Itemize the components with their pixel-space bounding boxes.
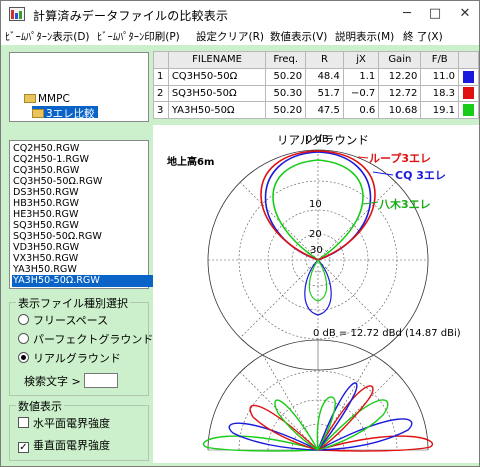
cell-r: 48.4 [305,67,344,86]
maximize-button[interactable]: □ [421,1,449,27]
radio-circle [18,314,29,325]
folder-item-3ele[interactable]: 3エレ比較 [32,106,98,120]
ring-label-20: 20 [309,229,322,240]
open-folder-icon [32,109,44,118]
folder-icon [24,94,36,103]
cell-jx: 0.6 [342,101,380,119]
folder-item-mmpc[interactable]: MMPC [24,93,70,105]
checkbox-box-checked: ✓ [18,442,29,453]
cell-gain: 12.72 [378,84,422,103]
color-swatch-cell [458,67,479,86]
cell-freq: 50.20 [265,67,307,86]
height-label: 地上高6m [167,157,215,168]
radio-perfect-ground[interactable]: パーフェクトグラウンド [18,332,153,348]
radio-free-space[interactable]: フリースペース [18,313,108,329]
ring-label-10: 10 [309,199,322,210]
color-swatch-cell [458,84,479,103]
series-label-loop: ループ3エレ [369,152,431,165]
app-icon [9,7,25,21]
series-label-cq: CQ 3エレ [395,169,446,182]
cell-freq: 50.20 [265,101,307,119]
cell-fb: 11.0 [420,67,460,86]
display-type-legend: 表示ファイル種別選択 [16,295,130,311]
menu-beam-pattern-print[interactable]: ﾋﾞｰﾑﾊﾟﾀｰﾝ印刷(P) [97,29,180,44]
search-label: 検索文字 > [24,375,81,388]
header-cell: Gain [378,51,422,69]
table-row[interactable]: 1 CQ3H50-50Ω 50.20 48.4 1.1 12.20 11.0 [153,67,479,86]
cell-gain: 10.68 [378,101,422,119]
cell-r: 51.7 [305,84,344,103]
checkbox-vertical-field[interactable]: ✓ 垂直面電界強度 [18,438,110,454]
row-number: 1 [153,67,169,86]
table-row[interactable]: 3 YA3H50-50Ω 50.20 47.5 0.6 10.68 19.1 [153,101,479,119]
menu-clear-settings[interactable]: 設定クリア(R) [196,29,264,44]
file-list[interactable]: CQ2H50.RGW CQ2H50-1.RGW CQ3H50.RGW CQ3H5… [9,140,158,289]
cell-freq: 50.30 [265,84,307,103]
header-cell [153,51,169,69]
cell-filename: CQ3H50-50Ω [167,67,267,86]
header-cell: F/B [420,51,460,69]
search-row: 検索文字 > [24,373,119,389]
color-swatch-blue [463,70,474,83]
row-number: 2 [153,84,169,103]
folder-tree[interactable]: MMPC 3エレ比較 [9,52,149,122]
cell-filename: YA3H50-50Ω [167,101,267,119]
menu-description[interactable]: 説明表示(M) [335,29,394,44]
radio-circle-selected [18,352,29,363]
menu-beam-pattern-display[interactable]: ﾋﾞｰﾑﾊﾟﾀｰﾝ表示(D) [5,29,90,44]
header-cell: Freq. [265,51,307,69]
menu-numeric-display[interactable]: 数値表示(V) [270,29,327,44]
app-window: 計算済みデータファイルの比較表示 ─ □ ✕ ﾋﾞｰﾑﾊﾟﾀｰﾝ表示(D) ﾋﾞ… [0,0,480,467]
file-item-selected[interactable]: YA3H50-50Ω.RGW [12,275,158,287]
radio-circle [18,333,29,344]
header-cell [458,51,479,69]
close-button[interactable]: ✕ [451,1,479,27]
title-bar: 計算済みデータファイルの比較表示 ─ □ ✕ [1,1,479,27]
ring-label-30: 30 [310,245,323,256]
display-type-group: 表示ファイル種別選択 フリースペース パーフェクトグラウンド リアルグラウンド … [9,295,153,396]
table-row[interactable]: 2 SQ3H50-50Ω 50.30 51.7 −0.7 12.72 18.3 [153,84,479,103]
numeric-display-legend: 数値表示 [16,398,64,414]
checkbox-horizontal-field[interactable]: 水平面電界強度 [18,416,110,432]
menu-bar: ﾋﾞｰﾑﾊﾟﾀｰﾝ表示(D) ﾋﾞｰﾑﾊﾟﾀｰﾝ印刷(P) 設定クリア(R) 数… [1,27,479,45]
table-header-row: FILENAME Freq. R jX Gain F/B [153,51,479,69]
window-title: 計算済みデータファイルの比較表示 [33,9,229,23]
reference-level-label: 0 dB = 12.72 dBd (14.87 dBi) [313,328,461,339]
numeric-display-group: 数値表示 水平面電界強度 ✓ 垂直面電界強度 [9,398,149,461]
minimize-button[interactable]: ─ [393,1,421,27]
label-pointer [372,171,394,176]
cell-jx: −0.7 [342,84,380,103]
search-input[interactable] [84,373,119,388]
series-label-yagi: 八木3エレ [379,198,431,211]
cell-fb: 19.1 [420,101,460,119]
header-cell: FILENAME [167,51,267,69]
menu-exit[interactable]: 終 了(X) [403,29,443,44]
radio-real-ground[interactable]: リアルグラウンド [18,351,121,367]
checkbox-box [18,417,29,428]
color-swatch-green [463,104,474,117]
cell-filename: SQ3H50-50Ω [167,84,267,103]
color-swatch-cell [458,101,479,119]
header-cell: R [305,51,344,69]
row-number: 3 [153,101,169,119]
ring-label-0db: 0 dB [306,134,329,145]
color-swatch-red [463,87,474,100]
cell-jx: 1.1 [342,67,380,86]
header-cell: jX [342,51,380,69]
cell-r: 47.5 [305,101,344,119]
comparison-table: FILENAME Freq. R jX Gain F/B 1 CQ3H50-50… [153,51,479,119]
cell-gain: 12.20 [378,67,422,86]
cell-fb: 18.3 [420,84,460,103]
